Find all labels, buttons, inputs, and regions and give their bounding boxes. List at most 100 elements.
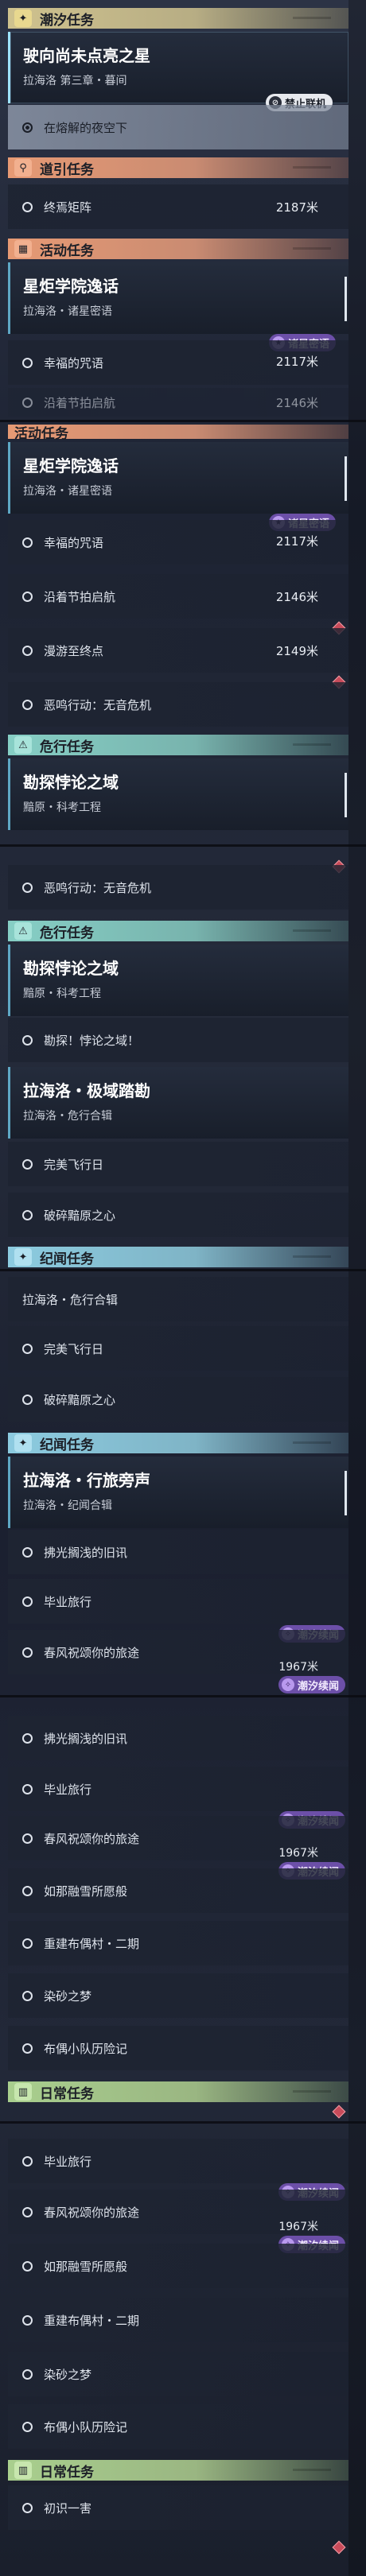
step-row-graduation-2[interactable]: 毕业旅行 xyxy=(8,1767,348,1811)
step-row-first[interactable]: 初识一害 xyxy=(8,2485,348,2530)
circle-icon xyxy=(22,2368,33,2380)
quest-card-explore[interactable]: 勘探悖论之域 黯原・科考工程 xyxy=(8,758,348,830)
circle-icon xyxy=(22,1034,33,1046)
map-marker-icon xyxy=(332,2540,346,2555)
seam xyxy=(0,1269,366,1271)
step-row-cloth[interactable]: 布偶小队历险记 xyxy=(8,2026,348,2070)
step-row-fly[interactable]: 完美飞行日 xyxy=(8,1142,348,1186)
circle-icon xyxy=(22,1394,33,1405)
step-row-curse-2[interactable]: 幸福的咒语 2117米 xyxy=(8,520,348,564)
step-row-curse[interactable]: 幸福的咒语 2117米 xyxy=(8,340,348,385)
distance-label: 1967米 xyxy=(278,1661,318,1674)
step-row-night[interactable]: 在熔解的夜空下 xyxy=(8,105,348,149)
step-row-evil-2[interactable]: 恶鸣行动：无音危机 xyxy=(8,865,348,910)
step-row-spring-2[interactable]: 春风祝颂你的旅途 1967米 xyxy=(8,1816,348,1860)
category-event-2[interactable]: 活动任务 xyxy=(8,425,348,442)
step-row-doll-2[interactable]: 重建布偶村・二期 xyxy=(8,2298,348,2342)
circle-icon xyxy=(22,1343,33,1354)
seam xyxy=(0,844,366,847)
quest-sub-extreme[interactable]: 拉海洛・危行合辑 xyxy=(8,1277,348,1321)
category-label: 纪闻任务 xyxy=(40,1437,94,1453)
header-decoration xyxy=(293,1255,331,1258)
category-danger-2[interactable]: ⚠ 危行任务 xyxy=(8,921,348,941)
step-label: 幸福的咒语 xyxy=(44,355,104,370)
quest-card-chase[interactable]: 驶向尚未点亮之星 拉海洛 第三章・暮间 xyxy=(8,32,348,103)
quest-subtitle: 拉海洛・诸星密语 xyxy=(23,305,112,318)
step-row-graduation-3[interactable]: 毕业旅行 xyxy=(8,2139,348,2183)
step-label: 重建布偶村・二期 xyxy=(44,2313,140,2328)
step-label: 终焉矩阵 xyxy=(44,200,92,215)
tag-label: 潮汐续闻 xyxy=(298,1680,340,1693)
header-decoration xyxy=(293,929,331,932)
step-label: 重建布偶村・二期 xyxy=(44,1936,140,1951)
tracking-circle-icon xyxy=(22,122,33,133)
category-daily[interactable]: ▥ 日常任务 xyxy=(8,2081,348,2102)
step-row-spring-3[interactable]: 春风祝颂你的旅途 1967米 xyxy=(8,2190,348,2234)
category-tide[interactable]: ✦ 潮汐任务 xyxy=(8,8,348,29)
step-row-fly-2[interactable]: 完美飞行日 xyxy=(8,1326,348,1371)
sparkle-icon: ✦ xyxy=(14,1434,32,1452)
quest-card-academy[interactable]: 星炬学院逸话 拉海洛・诸星密语 xyxy=(8,262,348,334)
step-label: 初识一害 xyxy=(44,2500,92,2516)
step-row-doll[interactable]: 重建布偶村・二期 xyxy=(8,1921,348,1965)
header-decoration xyxy=(293,743,331,746)
circle-icon xyxy=(22,2043,33,2054)
quest-card-extreme[interactable]: 拉海洛・极域踏勘 拉海洛・危行合辑 xyxy=(8,1067,348,1139)
step-row-broken[interactable]: 破碎黯原之心 xyxy=(8,1193,348,1237)
step-row-snow-2[interactable]: 如那融雪所愿般 xyxy=(8,2244,348,2288)
quest-title: 星炬学院逸话 xyxy=(23,277,119,296)
step-label: 染砂之梦 xyxy=(44,2367,92,2382)
quest-card-academy-2[interactable]: 星炬学院逸话 拉海洛・诸星密语 xyxy=(8,442,348,514)
header-decoration xyxy=(293,2469,331,2471)
category-label: 纪闻任务 xyxy=(40,1251,94,1267)
step-row-old-news-2[interactable]: 拂光搁浅的旧讯 xyxy=(8,1716,348,1760)
quest-title: 驶向尚未点亮之星 xyxy=(23,46,150,65)
circle-icon xyxy=(22,201,33,212)
quest-card-travel[interactable]: 拉海洛・行旅旁声 拉海洛・纪闻合辑 xyxy=(8,1457,348,1528)
circle-icon xyxy=(22,2155,33,2167)
category-event[interactable]: ▦ 活动任务 xyxy=(8,239,348,259)
calendar-icon: ▦ xyxy=(14,240,32,258)
step-label: 如那融雪所愿般 xyxy=(44,1884,128,1899)
quest-subtitle: 拉海洛 第三章・暮间 xyxy=(23,75,127,87)
step-row-dream[interactable]: 染砂之梦 xyxy=(8,1973,348,2018)
step-label: 如那融雪所愿般 xyxy=(44,2259,128,2274)
distance-label: 2146米 xyxy=(275,395,318,410)
circle-icon xyxy=(22,1546,33,1558)
circle-icon xyxy=(22,1158,33,1170)
category-chronicle-2[interactable]: ✦ 纪闻任务 xyxy=(8,1433,348,1453)
step-row-spring[interactable]: 春风祝颂你的旅途 1967米 xyxy=(8,1630,348,1674)
step-row-old-news[interactable]: 拂光搁浅的旧讯 xyxy=(8,1530,348,1574)
step-row-tide-sail[interactable]: 沿着节拍启航 2146米 xyxy=(8,574,348,619)
step-row-drift[interactable]: 漫游至终点 2149米 xyxy=(8,628,348,673)
step-label: 完美飞行日 xyxy=(44,1157,104,1172)
step-row-evil[interactable]: 恶鸣行动：无音危机 xyxy=(8,682,348,727)
step-label: 春风祝颂你的旅途 xyxy=(44,1645,140,1660)
circle-icon xyxy=(22,1783,33,1794)
quest-card-explore-2[interactable]: 勘探悖论之域 黯原・科考工程 xyxy=(8,945,348,1016)
circle-icon xyxy=(22,397,33,408)
step-row-snow[interactable]: 如那融雪所愿般 xyxy=(8,1868,348,1913)
scroll-indicator xyxy=(345,277,347,321)
quest-title: 拉海洛・极域踏勘 xyxy=(23,1081,150,1100)
step-row-graduation[interactable]: 毕业旅行 xyxy=(8,1579,348,1624)
category-daily-2[interactable]: ▥ 日常任务 xyxy=(8,2460,348,2481)
category-chronicle[interactable]: ✦ 纪闻任务 xyxy=(8,1247,348,1267)
step-row-cut[interactable]: 沿着节拍启航 2146米 xyxy=(8,388,348,417)
header-decoration xyxy=(293,17,331,19)
category-danger[interactable]: ⚠ 危行任务 xyxy=(8,735,348,755)
sparkle-icon: ✦ xyxy=(14,10,32,27)
step-label: 毕业旅行 xyxy=(44,1782,92,1797)
quest-subtitle: 黯原・科考工程 xyxy=(23,801,101,814)
step-row-final-array[interactable]: 终焉矩阵 2187米 xyxy=(8,184,348,229)
step-row-dream-2[interactable]: 染砂之梦 xyxy=(8,2352,348,2396)
category-guide[interactable]: ⚲ 道引任务 xyxy=(8,157,348,178)
quest-subtitle: 黯原・科考工程 xyxy=(23,987,101,1000)
step-label: 破碎黯原之心 xyxy=(44,1208,116,1223)
step-label: 漫游至终点 xyxy=(44,643,104,658)
step-row-cloth-2[interactable]: 布偶小队历险记 xyxy=(8,2404,348,2449)
step-row-explore-go[interactable]: 勘探！悖论之域！ xyxy=(8,1018,348,1062)
circle-icon xyxy=(22,2314,33,2326)
step-row-broken-2[interactable]: 破碎黯原之心 xyxy=(8,1377,348,1422)
distance-label: 2149米 xyxy=(275,643,318,658)
